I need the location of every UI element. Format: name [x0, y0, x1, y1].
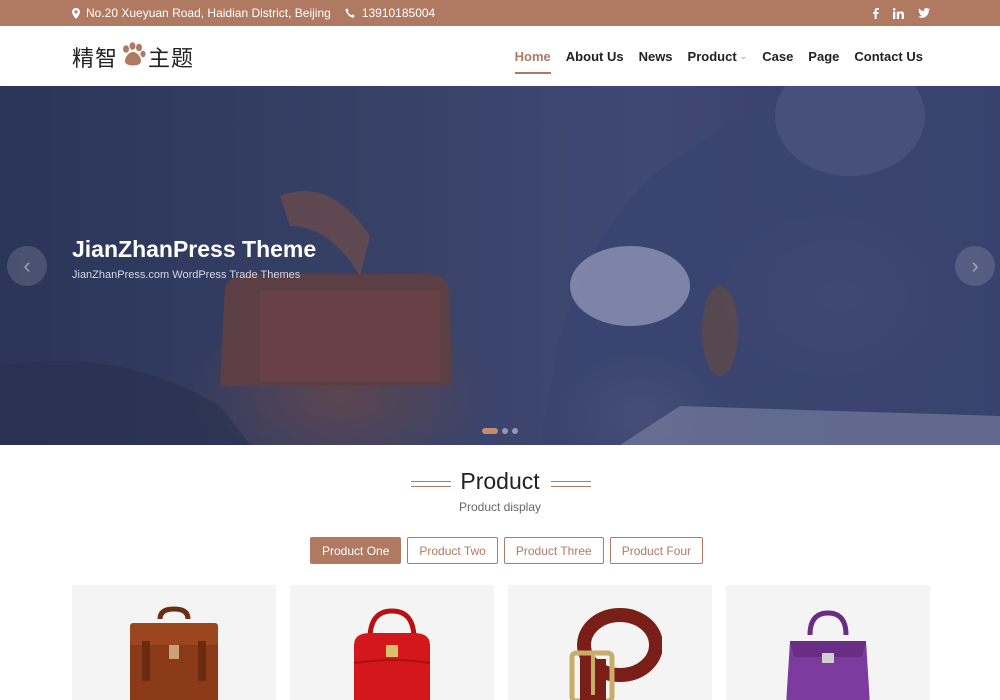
nav-page[interactable]: Page [808, 26, 839, 86]
nav-page-label: Page [808, 48, 840, 64]
phone-text: 13910185004 [361, 6, 436, 20]
nav-product[interactable]: Product ⌄ [688, 26, 748, 86]
nav-news-label: News [638, 48, 673, 64]
red-handbag-image [353, 608, 431, 700]
contact-info: No.20 Xueyuan Road, Haidian District, Be… [72, 6, 435, 20]
tab-product-four[interactable]: Product Four [609, 537, 704, 564]
slider-dot-3[interactable] [512, 428, 518, 434]
linkedin-icon[interactable] [893, 7, 904, 19]
product-card-purple-handbag[interactable] [726, 585, 930, 700]
purple-handbag-image [786, 610, 870, 700]
nav-home-label: Home [514, 48, 551, 64]
site-logo[interactable]: 精智 主题 [72, 41, 194, 73]
product-tabs: Product One Product Two Product Three Pr… [310, 537, 704, 564]
nav-product-label: Product [687, 48, 737, 64]
address-text: No.20 Xueyuan Road, Haidian District, Be… [86, 6, 331, 20]
chevron-down-icon: ⌄ [739, 50, 748, 61]
location-icon [72, 7, 80, 19]
product-card-leather-belt[interactable] [508, 585, 712, 700]
social-links [872, 7, 930, 19]
nav-about-us[interactable]: About Us [566, 26, 624, 86]
hero-background-image [0, 86, 1000, 445]
facebook-icon[interactable] [872, 7, 879, 19]
slider-prev-button[interactable]: ‹ [7, 246, 47, 286]
nav-news[interactable]: News [639, 26, 673, 86]
briefcase-image [130, 606, 218, 700]
nav-case-label: Case [762, 48, 794, 64]
product-card-red-handbag[interactable] [290, 585, 494, 700]
product-card-briefcase[interactable] [72, 585, 276, 700]
nav-about-us-label: About Us [565, 48, 624, 64]
nav-home[interactable]: Home [514, 26, 551, 86]
nav-case[interactable]: Case [762, 26, 793, 86]
chevron-right-icon: › [971, 253, 979, 278]
title-decoration-right [551, 481, 591, 487]
product-grid [72, 585, 930, 700]
twitter-icon[interactable] [918, 8, 930, 18]
top-bar: No.20 Xueyuan Road, Haidian District, Be… [0, 0, 1000, 26]
tab-product-one[interactable]: Product One [310, 537, 402, 564]
main-nav: Home About Us News Product ⌄ Case Page Co… [514, 26, 923, 86]
product-section-subtitle: Product display [458, 500, 542, 514]
phone-icon [345, 8, 356, 19]
site-header: 精智 主题 Home About Us News Product ⌄ Case P… [0, 26, 1000, 86]
paw-icon [120, 42, 146, 72]
nav-contact-us[interactable]: Contact Us [854, 26, 923, 86]
slider-pagination [482, 428, 518, 434]
product-section-title: Product [460, 468, 540, 494]
hero-slider: JianZhanPress Theme JianZhanPress.com Wo… [0, 86, 1000, 445]
slider-dot-2[interactable] [502, 428, 508, 434]
tab-product-two[interactable]: Product Two [407, 537, 498, 564]
tab-product-three[interactable]: Product Three [503, 537, 604, 564]
nav-contact-us-label: Contact Us [854, 48, 923, 64]
slider-next-button[interactable]: › [955, 246, 995, 286]
logo-text-first: 精智 [72, 47, 119, 72]
hero-title: JianZhanPress Theme [72, 236, 317, 262]
leather-belt-image [569, 608, 662, 700]
hero-subtitle: JianZhanPress.com WordPress Trade Themes [72, 269, 301, 281]
logo-text-second: 主题 [148, 47, 195, 72]
chevron-left-icon: ‹ [23, 253, 31, 278]
slider-dot-1[interactable] [482, 428, 498, 434]
